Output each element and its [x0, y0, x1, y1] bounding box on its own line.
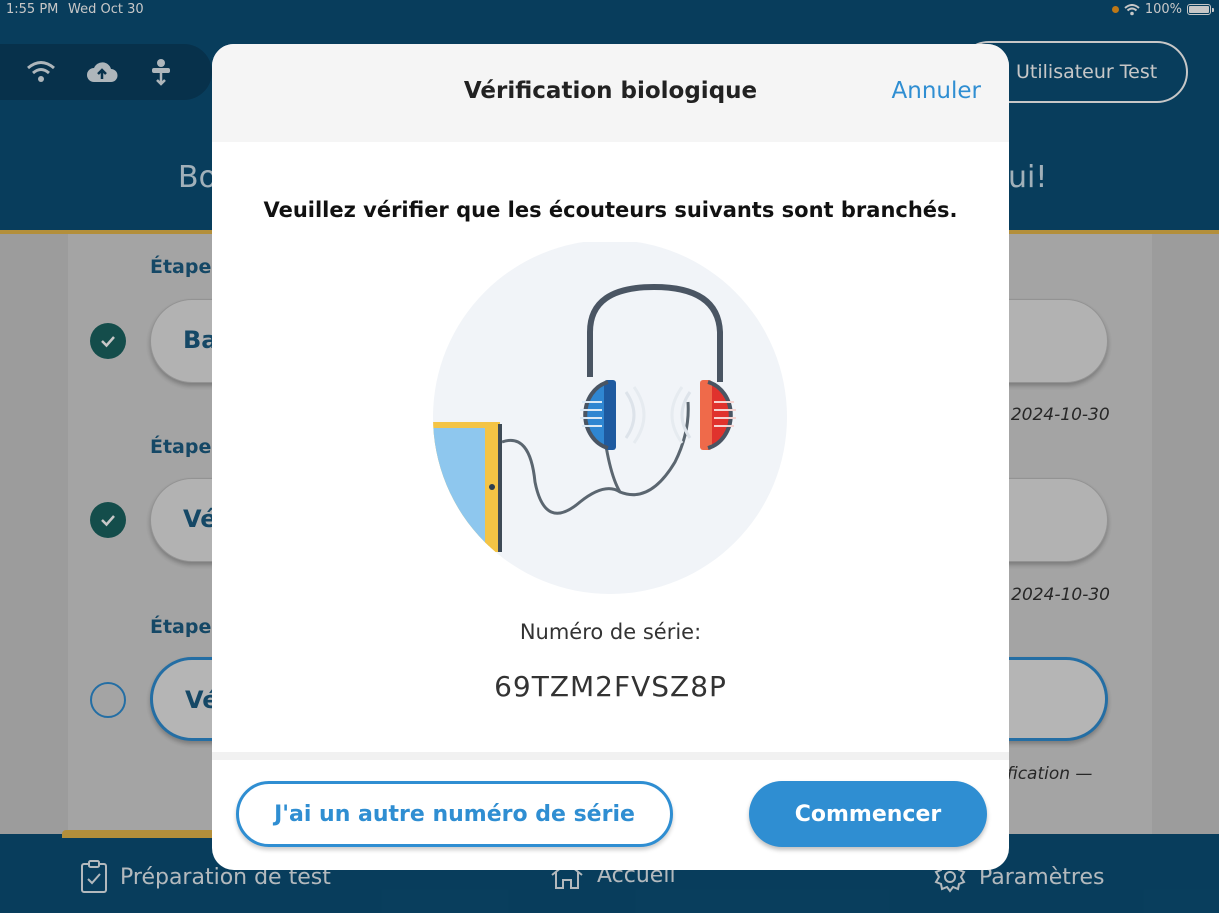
instruction-text: Veuillez vérifier que les écouteurs suiv… [263, 198, 958, 222]
start-button[interactable]: Commencer [749, 781, 987, 847]
modal-header: Vérification biologique Annuler [212, 44, 1009, 142]
other-serial-button[interactable]: J'ai un autre numéro de série [236, 781, 673, 847]
modal-title: Vérification biologique [463, 78, 758, 104]
modal-footer-divider [212, 752, 1009, 760]
serial-number-label: Numéro de série: [519, 620, 702, 644]
headphones-illustration [433, 242, 787, 594]
biological-check-modal: Vérification biologique Annuler Veuillez… [212, 44, 1009, 870]
cancel-button[interactable]: Annuler [892, 78, 981, 104]
serial-number-value: 69TZM2FVSZ8P [494, 670, 727, 703]
